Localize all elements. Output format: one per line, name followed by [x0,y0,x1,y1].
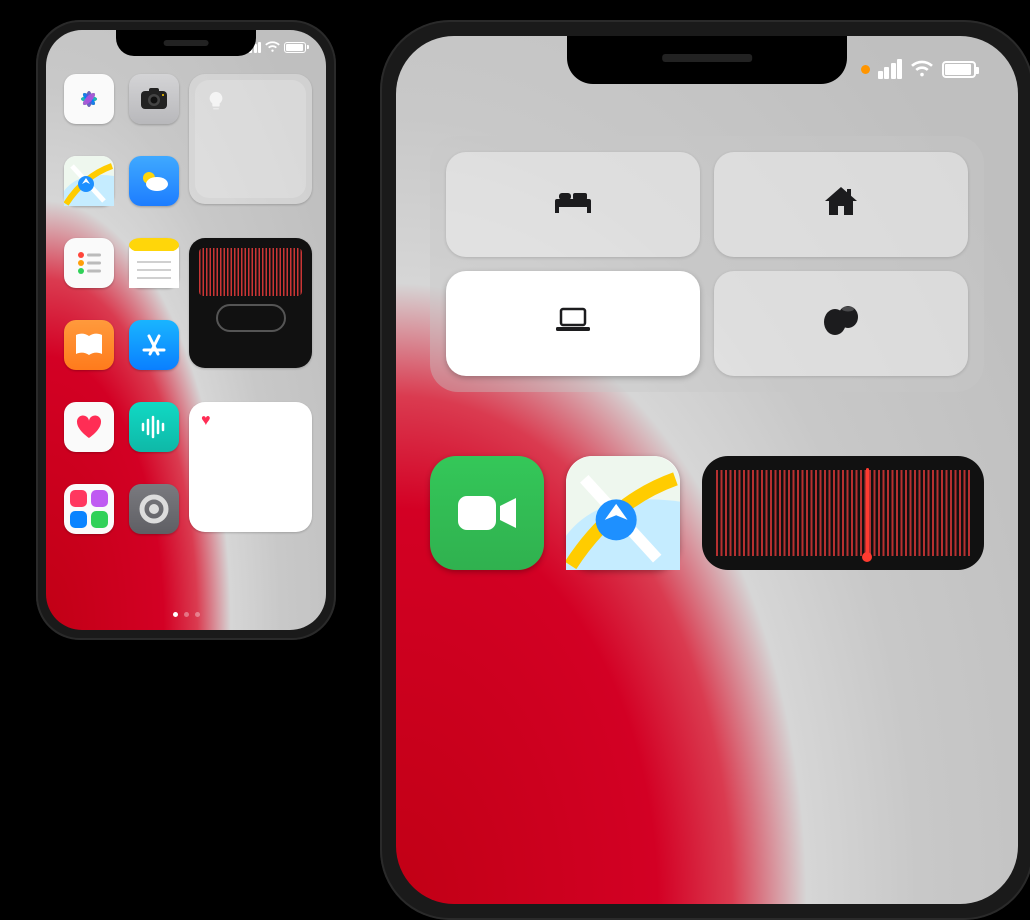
playhead-icon [866,468,869,558]
scene-work-from-home[interactable] [446,271,700,376]
maps-icon [566,456,680,570]
settings-icon [129,484,179,534]
widget-voice-memos[interactable] [189,238,312,368]
widget-home[interactable] [189,74,312,204]
camera-icon [129,74,179,124]
widget-home-scenes[interactable] [430,136,984,392]
notes-icon [129,238,179,288]
app-reminders[interactable] [60,238,119,314]
bed-icon [553,185,593,217]
wifi-icon [265,41,280,53]
phone-left: ♥ [36,20,336,640]
app-books[interactable] [60,320,119,396]
phone-right [380,20,1030,920]
cellular-icon [878,59,903,79]
weather-icon [129,156,179,206]
app-library[interactable] [60,484,119,560]
photos-icon [64,74,114,124]
widget-voice-memos[interactable] [702,456,984,570]
heart-icon: ♥ [201,412,211,430]
wifi-icon [910,60,934,78]
app-camera[interactable] [125,74,184,150]
home-screen: ♥ [46,30,326,630]
homepod-icon [821,304,861,336]
appstore-icon [129,320,179,370]
battery-icon [942,61,976,78]
app-photos[interactable] [60,74,119,150]
recording-indicator-icon [861,65,870,74]
maps-icon [64,156,114,206]
home-screen [396,36,1018,904]
health-icon [64,402,114,452]
app-maps[interactable] [566,456,680,570]
laptop-icon [553,304,593,336]
scene-dinner-party[interactable] [714,152,968,257]
app-maps[interactable] [60,156,119,232]
reminders-icon [64,238,114,288]
scene-cooking-music[interactable] [714,271,968,376]
battery-icon [284,42,306,53]
app-health[interactable] [60,402,119,478]
notch [567,36,847,84]
app-sounds[interactable] [125,402,184,478]
library-icon [64,484,114,534]
lightbulb-icon [205,90,227,112]
pause-button[interactable] [216,304,286,332]
facetime-icon [454,490,520,536]
house-icon [823,185,859,217]
waveform-icon [199,248,302,296]
app-appstore[interactable] [125,320,184,396]
widget-health[interactable]: ♥ [189,402,312,532]
app-notes[interactable] [125,238,184,314]
books-icon [64,320,114,370]
scene-bedtime[interactable] [446,152,700,257]
sounds-icon [129,402,179,452]
waveform-icon [716,470,970,556]
app-facetime[interactable] [430,456,544,570]
page-indicator[interactable] [46,612,326,617]
app-weather[interactable] [125,156,184,232]
app-settings[interactable] [125,484,184,560]
notch [116,30,256,56]
